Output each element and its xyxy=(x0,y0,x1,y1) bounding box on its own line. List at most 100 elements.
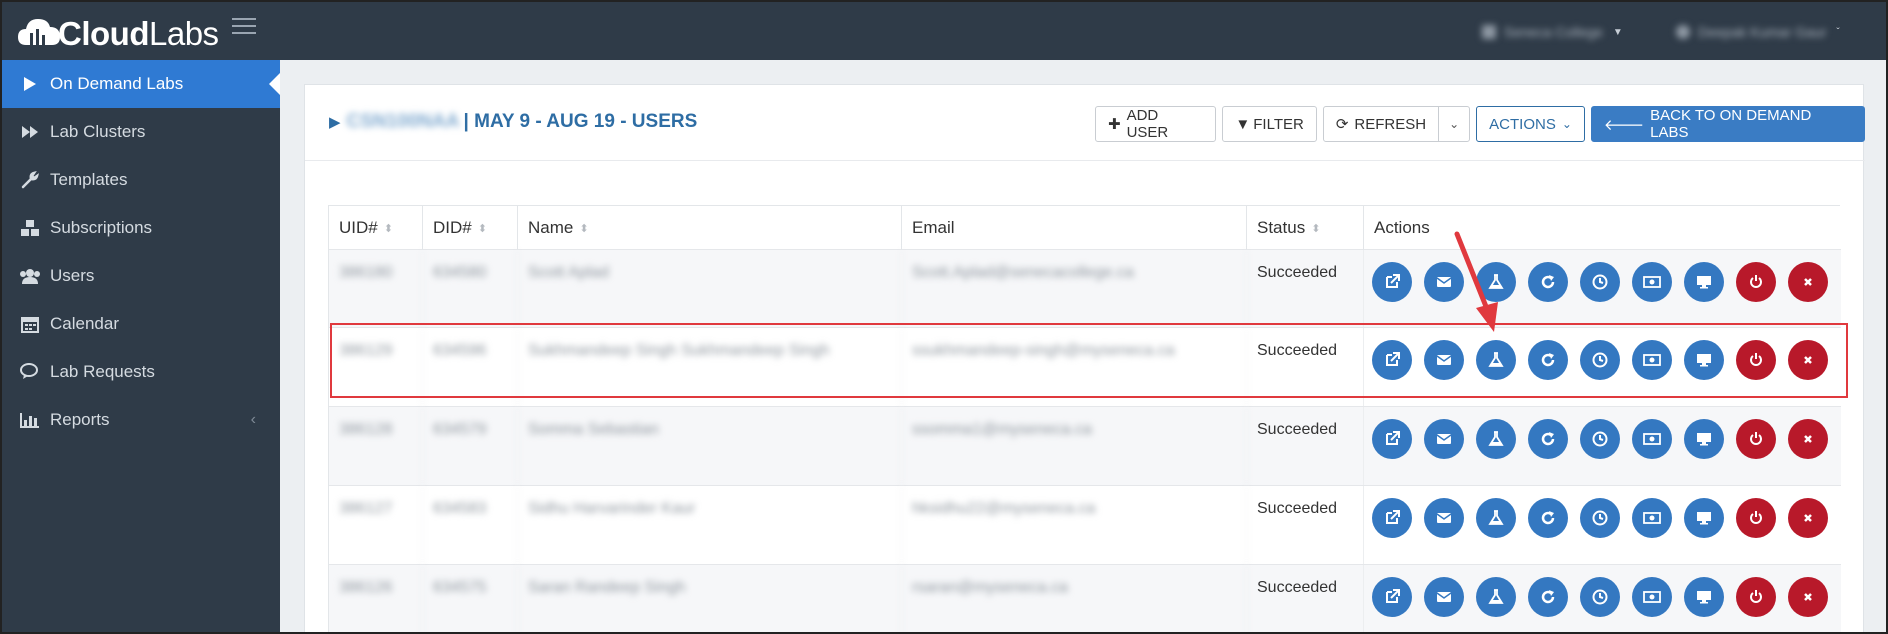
desktop-icon xyxy=(1697,512,1711,525)
delete-button[interactable] xyxy=(1788,577,1828,617)
external-link-button[interactable] xyxy=(1372,577,1412,617)
clock-button[interactable] xyxy=(1580,419,1620,459)
column-header-did[interactable]: DID# ⬍ xyxy=(423,206,518,250)
cell-email: hksidhu22@myseneca.ca xyxy=(902,486,1247,564)
sidebar: On Demand Labs Lab Clusters Templates Su… xyxy=(2,60,281,632)
column-header-status[interactable]: Status ⬍ xyxy=(1247,206,1364,250)
page-title-text: | MAY 9 - AUG 19 - USERS xyxy=(463,111,698,132)
add-user-button[interactable]: ✚ ADD USER xyxy=(1095,106,1217,142)
redo-button[interactable] xyxy=(1528,340,1568,380)
money-button[interactable] xyxy=(1632,577,1672,617)
table-row: 386129 634596 Sukhmandeep Singh Sukhmandee… xyxy=(329,328,1841,407)
arrow-left-icon: 🡐 xyxy=(1603,116,1645,134)
refresh-dropdown-button[interactable]: ⌄ xyxy=(1438,106,1471,142)
chevron-left-icon: ‹ xyxy=(250,411,256,428)
sidebar-item-calendar[interactable]: Calendar xyxy=(2,300,280,348)
column-header-uid[interactable]: UID# ⬍ xyxy=(329,206,423,250)
cell-name: Sidhu Harvarinder Kaur xyxy=(518,486,902,564)
money-button[interactable] xyxy=(1632,498,1672,538)
flask-icon xyxy=(1488,589,1504,604)
redo-icon xyxy=(1541,353,1555,367)
sidebar-item-lab-clusters[interactable]: Lab Clusters xyxy=(2,108,280,156)
power-button[interactable] xyxy=(1736,340,1776,380)
envelope-button[interactable] xyxy=(1424,577,1464,617)
cell-name: Saran Randeep Singh xyxy=(518,565,902,632)
back-to-on-demand-labs-button[interactable]: 🡐 BACK TO ON DEMAND LABS xyxy=(1590,106,1865,142)
envelope-button[interactable] xyxy=(1424,262,1464,302)
sort-icon: ⬍ xyxy=(383,222,393,235)
cell-email: Scott.Aplad@senecacollege.ca xyxy=(902,250,1247,327)
user-menu[interactable]: Deepak Kumar Gaur ˇ xyxy=(1676,24,1840,40)
external-link-button[interactable] xyxy=(1372,340,1412,380)
envelope-button[interactable] xyxy=(1424,498,1464,538)
redo-button[interactable] xyxy=(1528,419,1568,459)
hamburger-menu-icon[interactable] xyxy=(232,18,256,38)
app-frame: CloudLabs Seneca College ▼ Deepak Kumar … xyxy=(0,0,1888,634)
money-button[interactable] xyxy=(1632,419,1672,459)
clock-button[interactable] xyxy=(1580,498,1620,538)
delete-button[interactable] xyxy=(1788,340,1828,380)
sidebar-item-reports[interactable]: Reports ‹ xyxy=(2,396,280,444)
sidebar-item-label: Users xyxy=(50,266,95,285)
desktop-button[interactable] xyxy=(1684,262,1724,302)
clock-button[interactable] xyxy=(1580,577,1620,617)
power-button[interactable] xyxy=(1736,577,1776,617)
external-link-button[interactable] xyxy=(1372,419,1412,459)
refresh-button[interactable]: ⟳ REFRESH xyxy=(1322,106,1440,142)
delete-icon xyxy=(1804,356,1812,364)
cell-did: 634596 xyxy=(423,328,518,406)
delete-button[interactable] xyxy=(1788,498,1828,538)
flask-button[interactable] xyxy=(1476,419,1516,459)
cell-actions xyxy=(1364,486,1841,564)
page-title: ▶ CSN100NAA | MAY 9 - AUG 19 - USERS xyxy=(329,111,697,133)
cloudlabs-logo[interactable]: CloudLabs xyxy=(16,6,219,56)
redo-button[interactable] xyxy=(1528,577,1568,617)
desktop-button[interactable] xyxy=(1684,419,1724,459)
envelope-button[interactable] xyxy=(1424,419,1464,459)
desktop-button[interactable] xyxy=(1684,340,1724,380)
flask-button[interactable] xyxy=(1476,340,1516,380)
table-row: 386126 634575 Saran Randeep Singh rsaran@my… xyxy=(329,565,1841,632)
power-button[interactable] xyxy=(1736,498,1776,538)
sidebar-item-lab-requests[interactable]: Lab Requests xyxy=(2,348,280,396)
money-button[interactable] xyxy=(1632,262,1672,302)
delete-button[interactable] xyxy=(1788,419,1828,459)
clock-icon xyxy=(1592,274,1608,290)
external-link-button[interactable] xyxy=(1372,498,1412,538)
flask-button[interactable] xyxy=(1476,262,1516,302)
cell-uid: 386129 xyxy=(329,328,423,406)
flask-button[interactable] xyxy=(1476,577,1516,617)
column-header-email: Email xyxy=(902,206,1247,250)
power-button[interactable] xyxy=(1736,262,1776,302)
play-icon xyxy=(18,74,42,94)
column-header-name[interactable]: Name ⬍ xyxy=(518,206,902,250)
flask-button[interactable] xyxy=(1476,498,1516,538)
desktop-icon xyxy=(1697,433,1711,446)
sidebar-item-on-demand-labs[interactable]: On Demand Labs xyxy=(2,60,281,108)
sidebar-item-subscriptions[interactable]: Subscriptions xyxy=(2,204,280,252)
redo-button[interactable] xyxy=(1528,262,1568,302)
cell-email: ssukhmandeep-singh@myseneca.ca xyxy=(902,328,1247,406)
external-link-icon xyxy=(1386,352,1400,366)
external-link-button[interactable] xyxy=(1372,262,1412,302)
cell-name: Somma Sebastian xyxy=(518,407,902,485)
sidebar-item-users[interactable]: Users xyxy=(2,252,280,300)
clock-button[interactable] xyxy=(1580,340,1620,380)
delete-button[interactable] xyxy=(1788,262,1828,302)
power-button[interactable] xyxy=(1736,419,1776,459)
actions-dropdown-button[interactable]: ACTIONS ⌄ xyxy=(1476,106,1585,142)
filter-button[interactable]: ▼ FILTER xyxy=(1222,106,1317,142)
money-button[interactable] xyxy=(1632,340,1672,380)
desktop-button[interactable] xyxy=(1684,498,1724,538)
sidebar-item-templates[interactable]: Templates xyxy=(2,156,280,204)
desktop-button[interactable] xyxy=(1684,577,1724,617)
org-switcher[interactable]: Seneca College ▼ xyxy=(1482,24,1623,40)
cell-status: Succeeded xyxy=(1247,407,1364,485)
delete-icon xyxy=(1804,514,1812,522)
user-icon xyxy=(1676,25,1690,39)
redo-button[interactable] xyxy=(1528,498,1568,538)
envelope-button[interactable] xyxy=(1424,340,1464,380)
power-icon xyxy=(1750,511,1762,524)
clock-button[interactable] xyxy=(1580,262,1620,302)
cell-status: Succeeded xyxy=(1247,565,1364,632)
